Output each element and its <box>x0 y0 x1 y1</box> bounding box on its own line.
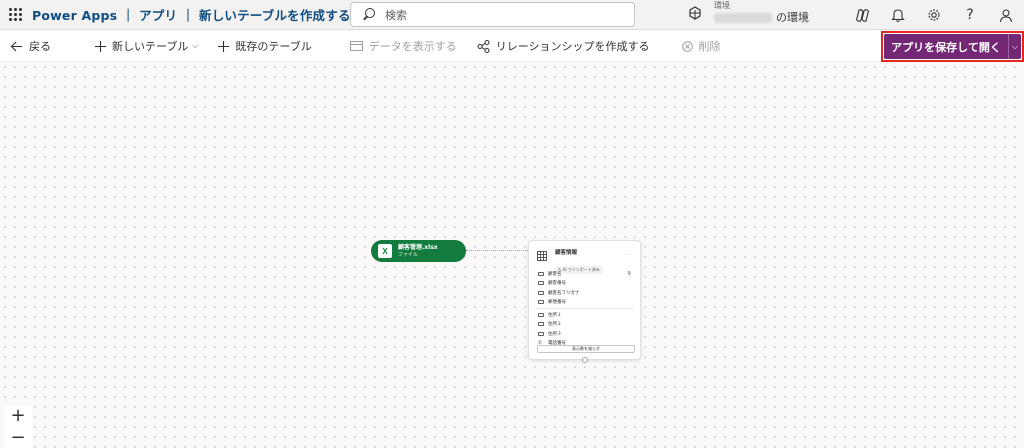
column-label: 顧客名 <box>548 271 562 277</box>
column-label: 顧客番号 <box>548 281 566 287</box>
table-view-icon <box>349 41 363 51</box>
delete-icon <box>681 40 693 52</box>
search-icon <box>361 7 377 23</box>
help-icon[interactable]: ? <box>952 0 988 30</box>
table-card[interactable]: 顧客情報 ✎ AI でインポート済み … 顧客名 ⚲ 顧客番号 顧客名フリガナ … <box>528 240 641 360</box>
existing-table-button[interactable]: 既存のテーブル <box>208 31 321 62</box>
new-table-button[interactable]: 新しいテーブル ⌵ <box>85 31 208 62</box>
column-label: 住所３ <box>548 331 562 337</box>
settings-icon[interactable] <box>916 0 952 30</box>
create-relationship-button[interactable]: リレーションシップを作成する <box>467 31 660 62</box>
table-title: 顧客情報 <box>555 250 578 256</box>
view-data-label: データを表示する <box>368 40 457 53</box>
page-title: Power Apps ｜ アプリ ｜ 新しいテーブルを作成する <box>32 8 351 23</box>
column-label: 住所１ <box>548 312 562 318</box>
chevron-down-icon[interactable]: ⌵ <box>1008 34 1021 59</box>
primary-key-icon: ⚲ <box>627 271 631 277</box>
delete-label: 削除 <box>698 40 721 53</box>
command-bar: 戻る 新しいテーブル ⌵ 既存のテーブル データを表示する リレーションシップを… <box>0 31 1024 62</box>
create-relationship-label: リレーションシップを作成する <box>495 40 650 53</box>
text-field-icon <box>538 312 544 317</box>
text-field-icon <box>538 322 544 327</box>
column-row[interactable]: 顧客名フリガナ <box>529 288 640 298</box>
text-field-icon <box>538 281 544 286</box>
zoom-out-button[interactable]: − <box>10 427 25 448</box>
save-and-open-button[interactable]: アプリを保存して開く <box>884 34 1008 59</box>
arrow-left-icon <box>10 41 23 52</box>
view-data-button[interactable]: データを表示する <box>340 31 467 62</box>
search-input[interactable]: 検索 <box>385 7 407 23</box>
environment-label: 環境 <box>714 1 730 10</box>
text-field-icon <box>538 271 544 276</box>
file-name: 顧客管理.xlsx <box>398 243 438 251</box>
column-row[interactable]: 顧客名 ⚲ <box>529 269 640 279</box>
column-row[interactable]: 顧客番号 <box>529 279 640 289</box>
delete-button[interactable]: 削除 <box>672 31 731 62</box>
back-label: 戻る <box>29 40 51 53</box>
environment-name-redacted <box>714 12 772 23</box>
relationship-icon <box>477 39 490 53</box>
show-fewer-button[interactable]: 表示数を減らす <box>537 345 635 353</box>
node-connector <box>466 250 528 251</box>
plus-icon <box>95 40 106 52</box>
divider <box>535 308 634 309</box>
column-row[interactable]: 住所２ <box>529 320 640 330</box>
environment-name: の環境 <box>776 11 809 24</box>
column-label: 住所２ <box>548 322 562 328</box>
back-button[interactable]: 戻る <box>0 31 61 62</box>
zoom-in-button[interactable]: + <box>10 405 25 427</box>
chevron-down-icon: ⌵ <box>192 41 199 50</box>
connection-handle[interactable] <box>582 357 588 363</box>
more-icon[interactable]: … <box>625 251 630 257</box>
column-row[interactable]: 住所３ <box>529 329 640 339</box>
table-icon <box>537 251 547 261</box>
zoom-controls: + − <box>4 405 32 448</box>
app-header: Power Apps ｜ アプリ ｜ 新しいテーブルを作成する 検索 環境 の環… <box>0 0 1024 30</box>
column-label: 顧客名フリガナ <box>548 290 580 296</box>
file-type: ファイル <box>398 251 419 258</box>
environment-icon <box>689 5 701 20</box>
save-open-highlight: アプリを保存して開く ⌵ <box>881 31 1024 62</box>
text-field-icon <box>538 300 544 305</box>
existing-table-label: 既存のテーブル <box>235 40 312 53</box>
design-canvas[interactable] <box>0 62 1024 448</box>
column-row[interactable]: 住所１ <box>529 310 640 320</box>
environment-picker[interactable]: 環境 の環境 <box>688 2 809 23</box>
account-icon[interactable] <box>988 0 1024 30</box>
text-field-icon <box>538 331 544 336</box>
file-node[interactable]: X 顧客管理.xlsx ファイル <box>371 240 466 262</box>
app-launcher-icon[interactable] <box>0 0 30 30</box>
plus-icon <box>218 40 230 52</box>
excel-icon: X <box>378 244 392 258</box>
text-field-icon <box>538 290 544 295</box>
copilot-icon[interactable] <box>844 0 880 30</box>
column-label: 郵便番号 <box>548 300 566 306</box>
column-row[interactable]: 郵便番号 <box>529 298 640 308</box>
bell-icon[interactable] <box>880 0 916 30</box>
search-box[interactable]: 検索 <box>350 2 635 27</box>
new-table-label: 新しいテーブル <box>112 40 189 53</box>
